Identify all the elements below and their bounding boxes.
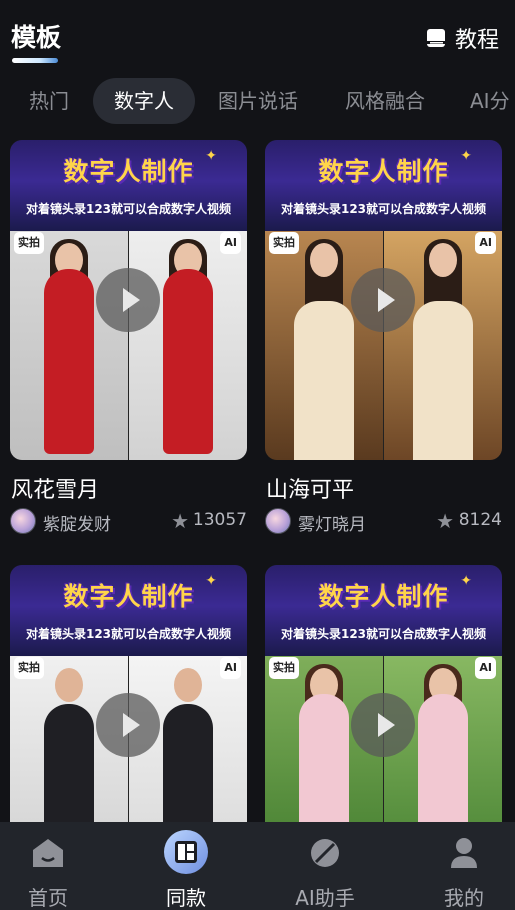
- tutorial-button[interactable]: 教程: [425, 22, 499, 54]
- sparkle-icon: ✦: [460, 573, 472, 589]
- ai-badge: AI: [220, 232, 241, 254]
- banner: 数字人制作 ✦ 对着镜头录123就可以合成数字人视频: [10, 565, 247, 656]
- sparkle-icon: ✦: [205, 148, 217, 164]
- author-name[interactable]: 紫腚发财: [43, 510, 111, 535]
- favorite-count: 13057: [192, 510, 247, 530]
- page-title: 模板: [11, 23, 62, 52]
- person-figure: [163, 269, 213, 454]
- real-badge: 实拍: [14, 657, 44, 679]
- nav-label: 同款: [166, 886, 206, 910]
- banner: 数字人制作 ✦ 对着镜头录123就可以合成数字人视频: [265, 565, 502, 656]
- card-meta: 雾灯晓月 ★ 8124: [265, 508, 502, 536]
- real-photo-panel: [265, 231, 383, 460]
- banner-subtitle: 对着镜头录123就可以合成数字人视频: [25, 627, 232, 641]
- nav-label: AI助手: [295, 886, 355, 910]
- avatar[interactable]: [10, 508, 36, 534]
- banner-subtitle: 对着镜头录123就可以合成数字人视频: [25, 202, 232, 216]
- sparkle-icon: ✦: [460, 148, 472, 164]
- nav-label: 我的: [444, 886, 484, 910]
- favorite-count: 8124: [458, 510, 502, 530]
- template-thumbnail[interactable]: 数字人制作 ✦ 对着镜头录123就可以合成数字人视频 实拍 AI: [10, 140, 247, 460]
- play-icon[interactable]: [351, 693, 415, 757]
- profile-icon: [451, 838, 477, 868]
- ai-assistant-icon: [311, 839, 339, 867]
- tab-photo-talk[interactable]: 图片说话: [218, 78, 298, 124]
- tab-ai-more[interactable]: AI分: [470, 78, 510, 124]
- nav-home[interactable]: 首页: [0, 822, 98, 910]
- nav-label: 首页: [28, 886, 68, 910]
- real-badge: 实拍: [14, 232, 44, 254]
- nav-templates[interactable]: 同款: [136, 822, 236, 910]
- bottom-navigation: 首页 同款 AI助手 我的: [0, 822, 515, 910]
- star-icon: ★: [436, 509, 454, 533]
- play-icon[interactable]: [351, 268, 415, 332]
- card-title[interactable]: 山海可平: [266, 472, 354, 504]
- avatar[interactable]: [265, 508, 291, 534]
- template-grid-icon: [164, 830, 208, 874]
- banner: 数字人制作 ✦ 对着镜头录123就可以合成数字人视频: [10, 140, 247, 231]
- banner-subtitle: 对着镜头录123就可以合成数字人视频: [280, 202, 487, 216]
- template-thumbnail[interactable]: 数字人制作 ✦ 对着镜头录123就可以合成数字人视频 实拍 AI: [265, 140, 502, 460]
- person-figure: [294, 301, 354, 460]
- star-icon: ★: [171, 509, 189, 533]
- ai-badge: AI: [220, 657, 241, 679]
- author-name[interactable]: 雾灯晓月: [298, 510, 366, 535]
- card-title[interactable]: 风花雪月: [11, 472, 99, 504]
- sparkle-icon: ✦: [205, 573, 217, 589]
- tab-hot[interactable]: 热门: [29, 78, 69, 124]
- ai-badge: AI: [475, 232, 496, 254]
- real-badge: 实拍: [269, 232, 299, 254]
- ai-photo-panel: [384, 231, 502, 460]
- banner: 数字人制作 ✦ 对着镜头录123就可以合成数字人视频: [265, 140, 502, 231]
- nav-ai-assistant[interactable]: AI助手: [275, 822, 375, 910]
- card-meta: 紫腚发财 ★ 13057: [10, 508, 247, 536]
- person-figure: [413, 301, 473, 460]
- real-badge: 实拍: [269, 657, 299, 679]
- category-tabs: 热门 数字人 图片说话 风格融合 AI分: [0, 78, 515, 124]
- banner-subtitle: 对着镜头录123就可以合成数字人视频: [280, 627, 487, 641]
- home-icon: [33, 839, 63, 867]
- tab-digital-human[interactable]: 数字人: [93, 78, 195, 124]
- title-underline: [12, 58, 58, 63]
- play-icon[interactable]: [96, 693, 160, 757]
- ai-photo-panel: [129, 231, 247, 460]
- header: 模板 教程: [0, 0, 515, 70]
- book-icon: [426, 29, 445, 47]
- ai-badge: AI: [475, 657, 496, 679]
- person-figure: [44, 269, 94, 454]
- tutorial-label: 教程: [454, 28, 499, 53]
- tab-style-fusion[interactable]: 风格融合: [345, 78, 425, 124]
- real-photo-panel: [10, 231, 128, 460]
- play-icon[interactable]: [96, 268, 160, 332]
- nav-profile[interactable]: 我的: [414, 822, 514, 910]
